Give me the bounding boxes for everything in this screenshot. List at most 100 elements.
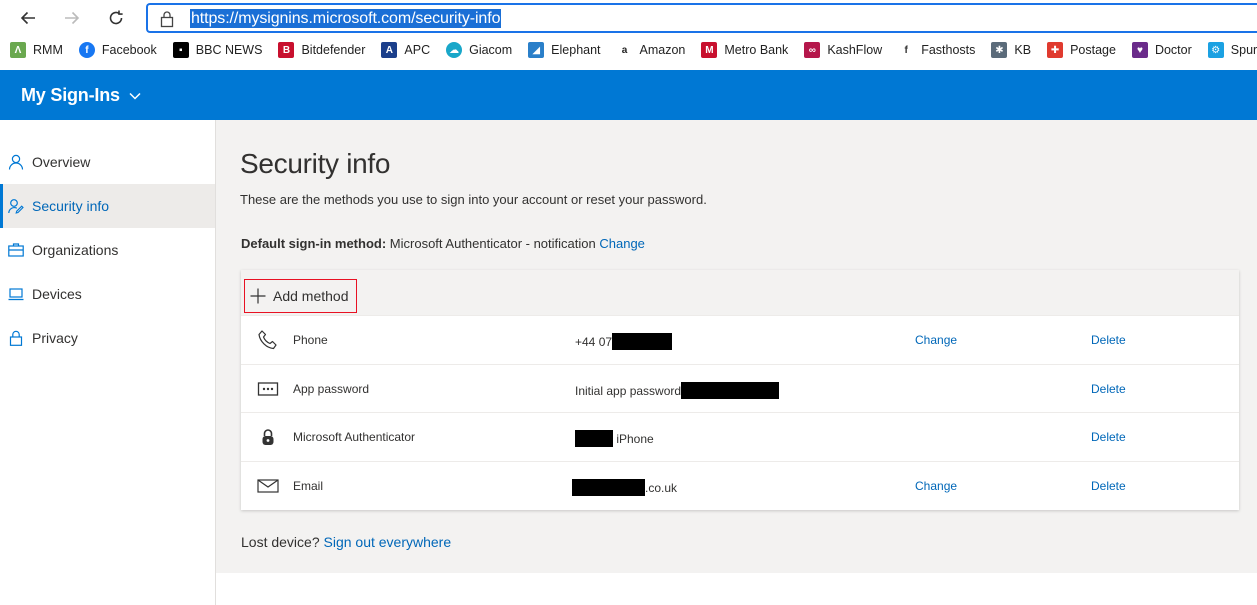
amazon-icon: a [621,44,628,56]
bookmark-label: Fasthosts [921,43,976,57]
method-row-email: Email .co.uk Change Delete [241,462,1239,511]
person-icon [8,154,24,170]
back-button[interactable] [14,4,42,32]
redaction-block [572,478,645,496]
bookmark-metro-bank[interactable]: M Metro Bank [701,42,788,58]
method-row-phone: Phone +44 07 Change Delete [241,316,1239,365]
sidebar-item-label: Privacy [32,330,78,346]
doctor-icon: ♥ [1131,42,1148,58]
bookmarks-bar: Λ RMM f Facebook ▪ BBC NEWS B Bitdefender A APC ☁ G… [0,36,1257,64]
add-method-button[interactable]: Add method [244,279,357,313]
delete-app-password-link[interactable]: Delete [1091,382,1126,396]
bookmark-label: APC [404,43,431,57]
bookmark-elephant[interactable]: ◢ Elephant [528,42,601,58]
bookmark-bitdefender[interactable]: B Bitdefender [278,42,365,58]
method-name: Email [293,478,324,493]
redaction-block [575,430,613,447]
bookmark-rmm[interactable]: Λ RMM [10,42,63,58]
lost-device-text: Lost device? [241,534,320,550]
apc-icon: A [381,42,398,58]
metro-bank-icon: M [701,42,718,58]
bookmark-label: Doctor [1154,43,1192,57]
bookmark-apc[interactable]: A APC [381,42,430,58]
add-method-label: Add method [273,288,349,304]
laptop-icon [8,286,24,302]
methods-card: Add method Phone +44 07 Change Delete Ap… [241,270,1239,510]
method-row-authenticator: Microsoft Authenticator iPhone Delete [241,413,1239,462]
bookmark-label: Giacom [469,43,513,57]
method-name: Phone [293,333,328,347]
elephant-icon: ◢ [528,42,545,58]
method-value: iPhone [575,430,654,447]
refresh-button[interactable] [102,4,130,32]
arrow-right-icon [65,11,80,25]
chevron-down-icon[interactable] [129,92,141,100]
address-bar[interactable]: https://mysignins.microsoft.com/security… [146,3,1257,33]
bookmark-postage[interactable]: ✚ Postage [1047,42,1116,58]
bookmark-label: Amazon [639,43,686,57]
security-info-icon [8,198,24,214]
method-value-text: iPhone [613,432,654,446]
delete-authenticator-link[interactable]: Delete [1091,430,1126,444]
bookmark-kashflow[interactable]: ∞ KashFlow [804,42,882,58]
redaction-block [681,381,780,399]
redaction-block [612,333,673,350]
plus-icon [250,288,266,304]
refresh-icon [109,10,123,25]
authenticator-icon [257,427,279,447]
spurs-icon: ⚙ [1207,42,1224,58]
sidebar: Overview Security info Organizations Dev… [0,120,216,605]
bookmark-bbc-news[interactable]: ▪ BBC NEWS [172,42,263,58]
bookmark-facebook[interactable]: f Facebook [78,42,157,58]
sidebar-item-organizations[interactable]: Organizations [0,228,215,272]
bookmark-giacom[interactable]: ☁ Giacom [446,42,512,58]
bookmark-kb[interactable]: ✱ KB [991,42,1031,58]
app-header: My Sign-Ins [0,70,1257,120]
bookmark-label: Postage [1070,43,1116,57]
url-text[interactable]: https://mysignins.microsoft.com/security… [190,9,502,28]
default-sign-in-method: Default sign-in method: Microsoft Authen… [241,236,645,251]
bookmark-label: KB [1014,43,1032,57]
bookmark-label: Bitdefender [301,43,366,57]
rmm-icon: Λ [10,42,26,58]
bookmark-label: BBC NEWS [195,43,263,57]
method-name: Microsoft Authenticator [293,430,416,444]
method-row-app-password: App password Initial app password Delete [241,365,1239,413]
forward-button[interactable] [58,4,86,32]
page-title: Security info [240,148,391,179]
lost-device-line: Lost device? Sign out everywhere [241,534,451,550]
app-title[interactable]: My Sign-Ins [21,85,120,106]
fasthosts-icon: f [904,44,908,56]
bookmark-label: Facebook [101,43,157,57]
bookmark-doctor[interactable]: ♥ Doctor [1131,42,1192,58]
method-value: Initial app password [575,381,780,399]
bookmark-fasthosts[interactable]: f Fasthosts [898,42,976,58]
briefcase-icon [8,242,24,258]
page-background [216,573,1257,605]
bookmark-label: KashFlow [827,43,883,57]
sidebar-item-privacy[interactable]: Privacy [0,316,215,360]
sidebar-item-security-info[interactable]: Security info [0,184,215,228]
sidebar-item-overview[interactable]: Overview [0,140,215,184]
method-value: .co.uk [572,478,677,496]
lock-icon [8,330,24,346]
bookmark-label: RMM [33,43,63,57]
kb-icon: ✱ [991,42,1008,58]
change-email-link[interactable]: Change [915,479,957,493]
sign-out-everywhere-link[interactable]: Sign out everywhere [324,534,452,550]
sidebar-item-label: Organizations [32,242,119,258]
sidebar-item-devices[interactable]: Devices [0,272,215,316]
method-name: App password [293,381,370,396]
change-phone-link[interactable]: Change [915,333,957,347]
facebook-icon: f [78,42,95,58]
bookmark-label: Metro Bank [724,43,789,57]
bookmark-amazon[interactable]: a Amazon [617,42,686,58]
page-description: These are the methods you use to sign in… [240,192,707,207]
phone-icon [257,330,279,350]
bookmark-spurs[interactable]: ⚙ Spurs [1207,42,1257,58]
change-default-method-link[interactable]: Change [599,236,645,251]
delete-email-link[interactable]: Delete [1091,479,1126,493]
method-value-text: +44 07 [575,335,613,349]
delete-phone-link[interactable]: Delete [1091,333,1126,347]
default-method-value: Microsoft Authenticator - notification [389,236,596,251]
